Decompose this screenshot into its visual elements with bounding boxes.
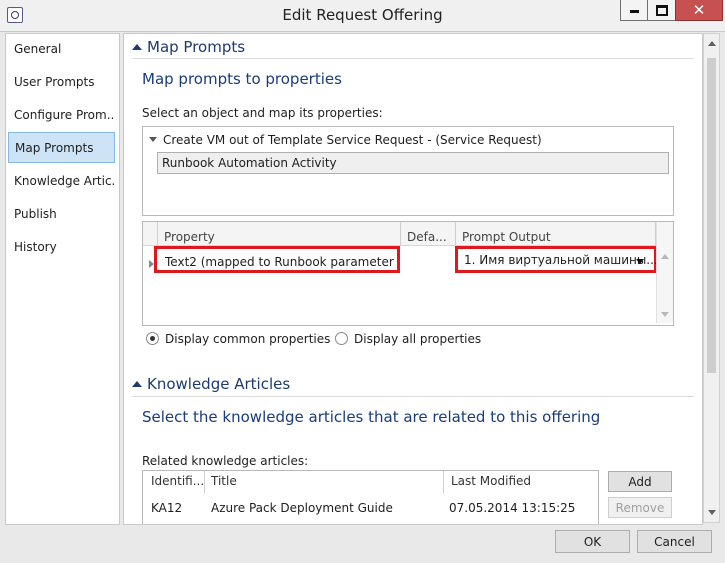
radio-unselected-icon — [335, 332, 348, 345]
article-title[interactable]: Azure Pack Deployment Guide — [211, 501, 393, 515]
property-grid: Property Defa... Prompt Output Text2 (ma… — [142, 221, 674, 326]
article-modified[interactable]: 07.05.2014 13:15:25 — [449, 501, 575, 515]
prompt-output-value: 1. Имя виртуальной машины... — [464, 253, 658, 267]
main-scrollbar[interactable] — [703, 33, 720, 523]
close-button[interactable]: ✕ — [675, 0, 723, 21]
remove-button[interactable]: Remove — [608, 497, 672, 518]
radio-all-label: Display all properties — [354, 332, 482, 346]
tree-root-label: Create VM out of Template Service Reques… — [163, 133, 542, 147]
radio-common-properties[interactable]: Display common properties — [146, 332, 330, 346]
map-prompts-section-title: Map Prompts — [147, 38, 246, 56]
article-id[interactable]: KA12 — [151, 501, 182, 515]
column-title[interactable]: Title — [211, 474, 237, 488]
column-identifier[interactable]: Identifi... — [151, 474, 204, 488]
column-separator — [204, 471, 205, 493]
column-default[interactable]: Defa... — [401, 222, 456, 245]
title-bar: Edit Request Offering ✕ — [0, 0, 725, 32]
sidebar: General User Prompts Configure Prom... M… — [5, 33, 120, 525]
ok-button[interactable]: OK — [555, 530, 630, 553]
sidebar-item-history[interactable]: History — [8, 232, 115, 263]
knowledge-section-title: Knowledge Articles — [147, 375, 291, 393]
knowledge-articles-list: Identifi... Title Last Modified KA12 Azu… — [142, 470, 599, 524]
column-property[interactable]: Property — [158, 222, 401, 245]
scrollbar-thumb[interactable] — [707, 58, 716, 373]
prompt-output-dropdown[interactable]: 1. Имя виртуальной машины... — [455, 246, 658, 273]
scroll-down-icon — [708, 510, 716, 515]
close-icon: ✕ — [692, 1, 706, 19]
section-divider — [132, 396, 694, 397]
grid-row-header — [143, 222, 158, 245]
column-last-modified[interactable]: Last Modified — [451, 474, 531, 488]
radio-common-label: Display common properties — [165, 332, 331, 346]
chevron-up-icon — [132, 44, 142, 50]
add-button[interactable]: Add — [608, 471, 672, 492]
knowledge-heading: Select the knowledge articles that are r… — [142, 408, 601, 426]
tree-root-item[interactable]: Create VM out of Template Service Reques… — [149, 133, 542, 147]
sidebar-item-configure-prompts[interactable]: Configure Prom... — [8, 100, 115, 131]
select-object-label: Select an object and map its properties: — [142, 106, 383, 120]
maximize-button[interactable] — [647, 0, 676, 21]
property-cell[interactable]: Text2 (mapped to Runbook parameter V... — [154, 246, 400, 273]
default-cell[interactable] — [401, 246, 455, 273]
radio-all-properties[interactable]: Display all properties — [335, 332, 481, 346]
scroll-up-icon — [661, 254, 669, 259]
sidebar-item-general[interactable]: General — [8, 34, 115, 65]
column-separator — [443, 471, 444, 493]
minimize-button[interactable] — [620, 0, 648, 21]
selected-object-item[interactable]: Runbook Automation Activity — [157, 152, 669, 174]
object-tree: Create VM out of Template Service Reques… — [142, 126, 674, 216]
scroll-up-icon — [708, 41, 716, 46]
window-title: Edit Request Offering — [282, 6, 443, 24]
map-prompts-section-header[interactable]: Map Prompts — [132, 38, 245, 56]
radio-selected-icon — [146, 332, 159, 345]
sidebar-item-map-prompts[interactable]: Map Prompts — [8, 132, 115, 163]
chevron-up-icon — [132, 381, 142, 387]
cancel-button[interactable]: Cancel — [637, 530, 712, 553]
grid-header: Property Defa... Prompt Output — [143, 222, 656, 246]
expand-arrow-icon — [149, 137, 157, 142]
section-divider — [132, 58, 694, 59]
sidebar-item-knowledge-articles[interactable]: Knowledge Artic... — [8, 166, 115, 197]
scroll-down-icon — [661, 312, 669, 317]
map-prompts-heading: Map prompts to properties — [142, 70, 342, 88]
content-pane: Map Prompts Map prompts to properties Se… — [123, 33, 703, 525]
knowledge-section-header[interactable]: Knowledge Articles — [132, 375, 290, 393]
sidebar-item-user-prompts[interactable]: User Prompts — [8, 67, 115, 98]
related-articles-label: Related knowledge articles: — [142, 454, 309, 468]
column-prompt-output[interactable]: Prompt Output — [456, 222, 656, 245]
dropdown-arrow-icon — [636, 259, 644, 264]
grid-scrollbar[interactable] — [656, 222, 673, 323]
sidebar-item-publish[interactable]: Publish — [8, 199, 115, 230]
